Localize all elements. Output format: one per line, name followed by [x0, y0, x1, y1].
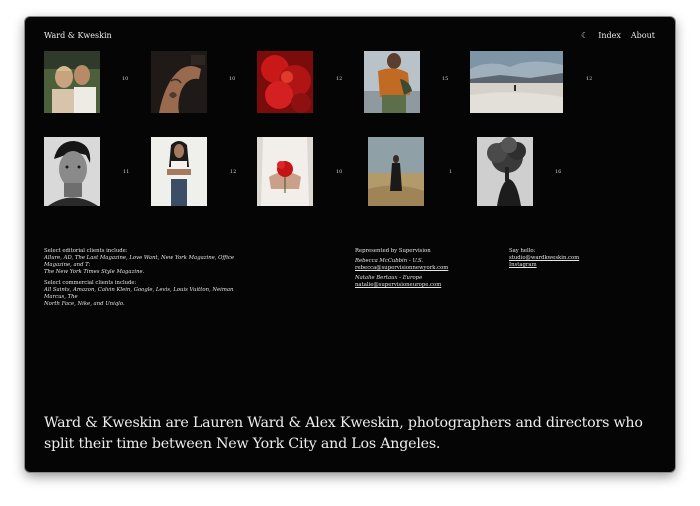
agent-name: Natalie Bertaux - Europe	[355, 275, 423, 281]
thumb-orange-jacket-man[interactable]	[364, 51, 420, 113]
browser-window: Ward & Kweskin ☾ Index About 10 10 12 15…	[25, 17, 675, 472]
agent-email-link[interactable]: rebecca@supervisionnewyork.com	[355, 265, 485, 272]
agent-name: Rebecca McCubbin - U.S.	[355, 258, 424, 264]
bio-statement: Ward & Kweskin are Lauren Ward & Alex Kw…	[44, 415, 643, 452]
count-badge: 1	[449, 169, 453, 175]
thumb-bw-portrait-man[interactable]	[44, 137, 100, 206]
editorial-clients-heading: Select editorial clients include:	[44, 248, 128, 254]
count-badge: 12	[336, 76, 343, 82]
commercial-clients-line: All Saints, Amazon, Calvin Klein, Google…	[44, 287, 234, 300]
count-badge: 11	[123, 169, 130, 175]
thumb-couple-embrace[interactable]	[44, 51, 100, 113]
thumb-red-flowers[interactable]	[257, 51, 313, 113]
representation-heading: Represented by Supervision	[355, 248, 431, 254]
thumb-woman-white-backdrop[interactable]	[151, 137, 207, 206]
nav-about-link[interactable]: About	[631, 31, 655, 40]
thumb-tattooed-arm[interactable]	[151, 51, 207, 113]
top-nav: ☾ Index About	[581, 31, 655, 40]
count-badge: 15	[442, 76, 449, 82]
count-badge: 10	[336, 169, 343, 175]
thumb-figure-in-field[interactable]	[368, 137, 424, 206]
thumb-desert-landscape[interactable]	[470, 51, 563, 113]
moon-icon[interactable]: ☾	[581, 31, 588, 40]
representation-column: Represented by Supervision Rebecca McCub…	[355, 248, 485, 289]
count-badge: 12	[230, 169, 237, 175]
thumb-hands-red-flower[interactable]	[257, 137, 313, 206]
thumb-bw-tree-figure[interactable]	[477, 137, 533, 206]
agent-email-link[interactable]: natalie@supervisioneurope.com	[355, 282, 485, 289]
editorial-clients-line: The New York Times Style Magazine.	[44, 269, 145, 275]
commercial-clients-heading: Select commercial clients include:	[44, 280, 137, 286]
nav-index-link[interactable]: Index	[598, 31, 621, 40]
count-badge: 10	[229, 76, 236, 82]
instagram-link[interactable]: Instagram	[509, 262, 629, 269]
commercial-clients-line: North Face, Nike, and Uniqlo.	[44, 301, 125, 307]
clients-column: Select editorial clients include: Allure…	[44, 248, 244, 308]
count-badge: 16	[555, 169, 562, 175]
count-badge: 12	[586, 76, 593, 82]
contact-column: Say hello: studio@wardkweskin.com Instag…	[509, 248, 629, 269]
contact-heading: Say hello:	[509, 248, 536, 254]
studio-email-link[interactable]: studio@wardkweskin.com	[509, 255, 629, 262]
count-badge: 10	[122, 76, 129, 82]
brand-logo[interactable]: Ward & Kweskin	[44, 31, 112, 40]
editorial-clients-line: Allure, AD, The Last Magazine, Love Want…	[44, 255, 235, 268]
